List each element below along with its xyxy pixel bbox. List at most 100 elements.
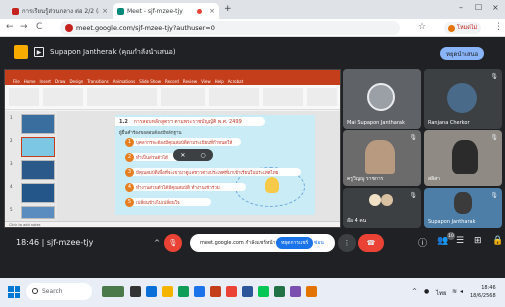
new-tab-button[interactable]: + bbox=[224, 4, 232, 14]
profile-button[interactable]: โหมดไม่ bbox=[444, 22, 482, 34]
ribbon-tab[interactable]: Review bbox=[183, 79, 197, 84]
stop-presenting-button[interactable]: หยุดนำเสนอ bbox=[440, 47, 485, 60]
people-icon[interactable]: 👥 bbox=[437, 236, 448, 246]
ppt-ribbon-tabs: File Home Insert Draw Design Transitions Anima… bbox=[5, 78, 340, 85]
bookmark-star-icon[interactable]: ☆ bbox=[418, 22, 426, 32]
end-call-button[interactable]: ☎ bbox=[358, 234, 384, 252]
tray-app-icon[interactable]: ● bbox=[424, 288, 429, 295]
minimize-button[interactable]: – bbox=[459, 3, 463, 12]
thumb-number: 4 bbox=[10, 184, 13, 189]
ribbon-tab[interactable]: Animations bbox=[113, 79, 135, 84]
thumb-number: 2 bbox=[10, 138, 13, 143]
slide-thumbnail[interactable] bbox=[21, 183, 55, 203]
info-icon[interactable]: ⓘ bbox=[418, 236, 427, 249]
forward-button[interactable]: → bbox=[20, 22, 28, 32]
ppt-title-bar bbox=[5, 70, 340, 78]
ribbon-group[interactable] bbox=[43, 88, 83, 106]
edge-icon[interactable] bbox=[146, 286, 157, 297]
store-icon[interactable] bbox=[194, 286, 205, 297]
participant-tile[interactable]: 🎙 ครูวิญญู ราชการ bbox=[343, 130, 421, 186]
browser-menu-button[interactable]: ⋮ bbox=[494, 22, 503, 32]
hide-popup-button[interactable]: ซ่อน bbox=[314, 237, 324, 249]
ribbon-tab[interactable]: Insert bbox=[40, 79, 51, 84]
ribbon-tab[interactable]: Slide Show bbox=[139, 79, 161, 84]
file-explorer-icon[interactable] bbox=[162, 286, 173, 297]
ribbon-tab[interactable]: Design bbox=[69, 79, 83, 84]
participant-video bbox=[452, 140, 478, 174]
participant-tile[interactable]: 🎙 Ranjana Cherkor bbox=[424, 69, 502, 129]
ribbon-group[interactable] bbox=[307, 88, 337, 106]
tab-title: การเรียนรู้ส่วนกลาง ต่อ 2/2 (ส่ว bbox=[22, 8, 100, 15]
chrome-profile-icon[interactable] bbox=[226, 286, 237, 297]
close-window-button[interactable]: × bbox=[492, 3, 499, 12]
slide-thumbnail[interactable] bbox=[21, 206, 55, 219]
ribbon-group[interactable] bbox=[9, 88, 39, 106]
url-input[interactable]: meet.google.com/sjf-mzee-tjy?authuser=0 bbox=[60, 21, 400, 35]
word-icon[interactable] bbox=[242, 286, 253, 297]
taskbar-search-input[interactable]: Search bbox=[26, 283, 92, 300]
participant-tile[interactable]: 🎙 Supapon Jantharak bbox=[424, 188, 502, 228]
ribbon-tab[interactable]: Draw bbox=[55, 79, 65, 84]
participant-tile[interactable]: 🎙 อ๊อ 4 คน bbox=[343, 188, 421, 228]
ribbon-tab[interactable]: Home bbox=[24, 79, 36, 84]
volume-icon[interactable]: ◂ bbox=[460, 288, 463, 295]
app-icon[interactable] bbox=[306, 286, 317, 297]
host-controls-icon[interactable]: 🔒 bbox=[492, 236, 503, 246]
slide-thumbnail-pane: 1 2 3 4 5 bbox=[5, 111, 57, 221]
mic-options-icon[interactable]: ^ bbox=[152, 234, 162, 252]
language-indicator[interactable]: ไทย bbox=[436, 288, 447, 298]
screen-sharing-popup: meet.google.com กำลังแชร์หน้าจอ หยุดการแ… bbox=[190, 234, 335, 252]
item-number: 2 bbox=[125, 152, 134, 162]
mic-toggle-button[interactable]: 🎙 bbox=[164, 234, 182, 252]
reload-button[interactable]: C bbox=[36, 22, 42, 32]
powerpoint-icon[interactable] bbox=[210, 286, 221, 297]
ribbon-group[interactable] bbox=[209, 88, 259, 106]
ribbon-tab[interactable]: File bbox=[13, 79, 20, 84]
slide-thumbnail[interactable] bbox=[21, 114, 55, 134]
mic-off-icon: 🎙 bbox=[409, 192, 417, 199]
wifi-icon[interactable]: ≋ bbox=[452, 288, 457, 295]
ribbon-tab[interactable]: Transitions bbox=[87, 79, 108, 84]
ribbon-tab[interactable]: Acrobat bbox=[228, 79, 243, 84]
slide-subtitle: ผู้ยื่นคำร้องขอสอบต้องมีหลักฐาน bbox=[119, 131, 182, 136]
activities-icon[interactable]: ⊞ bbox=[474, 236, 482, 246]
ribbon-group[interactable] bbox=[263, 88, 303, 106]
url-text: meet.google.com/sjf-mzee-tjy?authuser=0 bbox=[76, 24, 215, 32]
mic-off-icon: 🎙 bbox=[409, 134, 417, 141]
participant-tile[interactable]: 🎙 สลิสา bbox=[424, 130, 502, 186]
tab-close-icon[interactable]: × bbox=[102, 7, 108, 15]
stop-sharing-button[interactable]: หยุดการแชร์ bbox=[276, 237, 314, 249]
site-info-icon[interactable] bbox=[65, 24, 73, 32]
excel-icon[interactable] bbox=[274, 286, 285, 297]
tab-close-icon[interactable]: × bbox=[209, 7, 215, 15]
back-button[interactable]: ← bbox=[6, 22, 14, 32]
slide-thumbnail[interactable] bbox=[21, 160, 55, 180]
current-slide[interactable]: 1.2 การสอบหลักสูตรฯ ตามพระราชบัญญัติ พ.ศ… bbox=[115, 115, 315, 215]
hand-icon[interactable]: ○ bbox=[200, 152, 205, 159]
ribbon-group[interactable] bbox=[87, 88, 157, 106]
ribbon-tab[interactable]: Record bbox=[165, 79, 179, 84]
windows-start-icon[interactable] bbox=[8, 286, 20, 298]
maximize-button[interactable]: ☐ bbox=[475, 3, 482, 12]
chrome-icon[interactable] bbox=[178, 286, 189, 297]
app-icon[interactable] bbox=[290, 286, 301, 297]
taskbar-clock[interactable]: 18:46 18/6/2568 bbox=[470, 284, 496, 300]
mic-off-icon[interactable]: ✕ bbox=[180, 152, 185, 159]
line-icon[interactable] bbox=[258, 286, 269, 297]
ribbon-group[interactable] bbox=[161, 88, 205, 106]
weather-widget-icon[interactable] bbox=[102, 286, 124, 297]
share-overlay-controls[interactable]: ✕ ○ bbox=[173, 149, 213, 161]
more-options-button[interactable]: ⋮ bbox=[338, 234, 356, 252]
slide-title: การสอบหลักสูตรฯ ตามพระราชบัญญัติ พ.ศ. 24… bbox=[133, 118, 242, 125]
mic-off-icon: 🎙 bbox=[490, 134, 498, 141]
tray-chevron-icon[interactable]: ^ bbox=[412, 288, 417, 295]
participant-tile[interactable]: Mai Supapon Jantharak bbox=[343, 69, 421, 129]
browser-tab-2[interactable]: Meet - sjf-mzee-tjy × bbox=[113, 3, 219, 19]
slide-thumbnail-selected[interactable] bbox=[21, 137, 55, 157]
task-view-icon[interactable] bbox=[130, 286, 141, 297]
browser-tab-1[interactable]: การเรียนรู้ส่วนกลาง ต่อ 2/2 (ส่ว × bbox=[8, 3, 112, 19]
chat-icon[interactable]: ☰ bbox=[456, 236, 464, 246]
ribbon-tab[interactable]: Help bbox=[215, 79, 224, 84]
ribbon-tab[interactable]: View bbox=[201, 79, 211, 84]
item-number: 3 bbox=[125, 167, 134, 177]
